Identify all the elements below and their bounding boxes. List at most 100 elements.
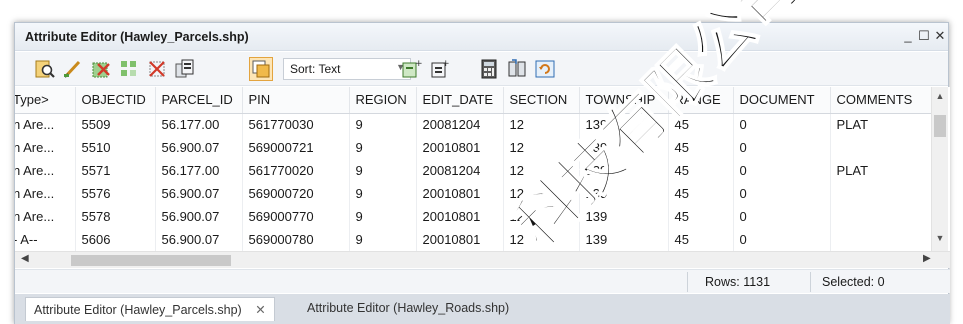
column-header[interactable]: REGION: [349, 87, 417, 114]
table-cell[interactable]: 12: [503, 159, 580, 182]
table-cell[interactable]: 45: [668, 159, 734, 182]
table-cell[interactable]: 20010801: [416, 228, 504, 251]
vertical-scroll-thumb[interactable]: [934, 115, 946, 137]
table-cell[interactable]: 0: [733, 182, 831, 205]
table-row[interactable]: n Are... 5571 56.177.00 561770020 9 20081204 1…: [15, 159, 934, 182]
table-cell[interactable]: 45: [668, 182, 734, 205]
table-cell[interactable]: 45: [668, 228, 734, 251]
copy-records-icon[interactable]: [173, 57, 197, 81]
table-cell[interactable]: 569000770: [242, 205, 350, 228]
table-cell[interactable]: n Are...: [15, 182, 76, 205]
table-cell[interactable]: n Are...: [15, 205, 76, 228]
refresh-icon[interactable]: [533, 57, 557, 81]
table-cell[interactable]: n Are...: [15, 159, 76, 182]
table-cell[interactable]: [830, 228, 934, 251]
table-cell[interactable]: 139: [579, 136, 669, 159]
table-cell[interactable]: 45: [668, 205, 734, 228]
horizontal-scrollbar[interactable]: ◀ ▶: [15, 251, 950, 268]
table-row[interactable]: n Are... 5509 56.177.00 561770030 9 20081204 1…: [15, 113, 934, 136]
table-cell[interactable]: 12: [503, 205, 580, 228]
table-cell[interactable]: n Are...: [15, 136, 76, 159]
table-cell[interactable]: 20081204: [416, 159, 504, 182]
table-cell[interactable]: 561770030: [242, 113, 350, 136]
table-cell[interactable]: 12: [503, 182, 580, 205]
table-cell[interactable]: 0: [733, 159, 831, 182]
table-cell[interactable]: 20010801: [416, 182, 504, 205]
table-cell[interactable]: 56.900.07: [155, 228, 243, 251]
table-cell[interactable]: 9: [349, 113, 417, 136]
table-cell[interactable]: 20081204: [416, 113, 504, 136]
table-cell[interactable]: PLAT: [830, 113, 934, 136]
tab-hawley-roads[interactable]: Attribute Editor (Hawley_Roads.shp): [299, 297, 517, 321]
table-cell[interactable]: 0: [733, 136, 831, 159]
column-header[interactable]: DOCUMENT: [733, 87, 831, 114]
column-header[interactable]: SECTION: [503, 87, 580, 114]
table-cell[interactable]: 45: [668, 113, 734, 136]
table-cell[interactable]: 9: [349, 205, 417, 228]
table-cell[interactable]: 5576: [75, 182, 156, 205]
table-cell[interactable]: n Are...: [15, 113, 76, 136]
table-cell[interactable]: 139: [579, 113, 669, 136]
table-cell[interactable]: 139: [579, 205, 669, 228]
table-row[interactable]: - A-- 5606 56.900.07 569000780 9 20010801 12 1…: [15, 228, 934, 251]
table-cell[interactable]: 45: [668, 136, 734, 159]
table-cell[interactable]: 139: [579, 159, 669, 182]
table-cell[interactable]: PLAT: [830, 159, 934, 182]
table-cell[interactable]: 0: [733, 205, 831, 228]
table-cell[interactable]: 569000720: [242, 182, 350, 205]
table-row[interactable]: n Are... 5576 56.900.07 569000720 9 20010801 1…: [15, 182, 934, 205]
table-cell[interactable]: 56.177.00: [155, 113, 243, 136]
switch-records-icon[interactable]: [505, 57, 529, 81]
select-all-icon[interactable]: [117, 57, 141, 81]
field-properties-icon[interactable]: +: [427, 57, 451, 81]
tab-hawley-parcels[interactable]: Attribute Editor (Hawley_Parcels.shp) ✕: [25, 297, 275, 321]
table-cell[interactable]: 9: [349, 136, 417, 159]
sort-toggle-icon[interactable]: [249, 57, 273, 81]
table-cell[interactable]: 9: [349, 182, 417, 205]
scroll-up-icon[interactable]: ▲: [932, 91, 948, 101]
table-cell[interactable]: 12: [503, 136, 580, 159]
table-cell[interactable]: 5606: [75, 228, 156, 251]
table-cell[interactable]: 12: [503, 228, 580, 251]
table-cell[interactable]: [830, 136, 934, 159]
scroll-down-icon[interactable]: ▼: [932, 233, 948, 243]
table-cell[interactable]: 0: [733, 113, 831, 136]
column-header[interactable]: RANGE: [668, 87, 734, 114]
column-header[interactable]: TOWNSHIP: [579, 87, 669, 114]
table-cell[interactable]: 139: [579, 228, 669, 251]
table-cell[interactable]: [830, 182, 934, 205]
table-cell[interactable]: 5578: [75, 205, 156, 228]
zoom-to-feature-icon[interactable]: [33, 57, 57, 81]
table-cell[interactable]: 561770020: [242, 159, 350, 182]
table-cell[interactable]: 5509: [75, 113, 156, 136]
table-cell[interactable]: 9: [349, 228, 417, 251]
column-header[interactable]: PIN: [242, 87, 350, 114]
column-header[interactable]: PARCEL_ID: [155, 87, 243, 114]
table-cell[interactable]: 0: [733, 228, 831, 251]
table-row[interactable]: n Are... 5510 56.900.07 569000721 9 20010801 1…: [15, 136, 934, 159]
table-cell[interactable]: 9: [349, 159, 417, 182]
close-tab-icon[interactable]: ✕: [255, 303, 265, 317]
scroll-left-icon[interactable]: ◀: [21, 253, 29, 264]
table-cell[interactable]: 56.900.07: [155, 182, 243, 205]
scroll-right-icon[interactable]: ▶: [923, 253, 931, 264]
column-header[interactable]: OBJECTID: [75, 87, 156, 114]
close-button[interactable]: ✕: [931, 27, 949, 45]
table-cell[interactable]: - A--: [15, 228, 76, 251]
column-header[interactable]: Type>: [15, 87, 76, 114]
add-field-icon[interactable]: +: [399, 57, 423, 81]
table-cell[interactable]: 56.900.07: [155, 205, 243, 228]
column-header[interactable]: EDIT_DATE: [416, 87, 504, 114]
column-header[interactable]: COMMENTS: [830, 87, 934, 114]
table-row[interactable]: n Are... 5578 56.900.07 569000770 9 20010801 1…: [15, 205, 934, 228]
sort-dropdown[interactable]: Sort: Text ▼: [283, 58, 411, 80]
table-cell[interactable]: 56.177.00: [155, 159, 243, 182]
edit-pencil-icon[interactable]: [61, 57, 85, 81]
table-cell[interactable]: 139: [579, 182, 669, 205]
table-cell[interactable]: 5571: [75, 159, 156, 182]
delete-selection-icon[interactable]: [89, 57, 113, 81]
attribute-grid[interactable]: Type> OBJECTID PARCEL_ID PIN REGION EDIT_DATE…: [15, 87, 950, 251]
table-cell[interactable]: 20010801: [416, 136, 504, 159]
vertical-scrollbar[interactable]: ▲ ▼: [931, 87, 948, 251]
table-cell[interactable]: 20010801: [416, 205, 504, 228]
